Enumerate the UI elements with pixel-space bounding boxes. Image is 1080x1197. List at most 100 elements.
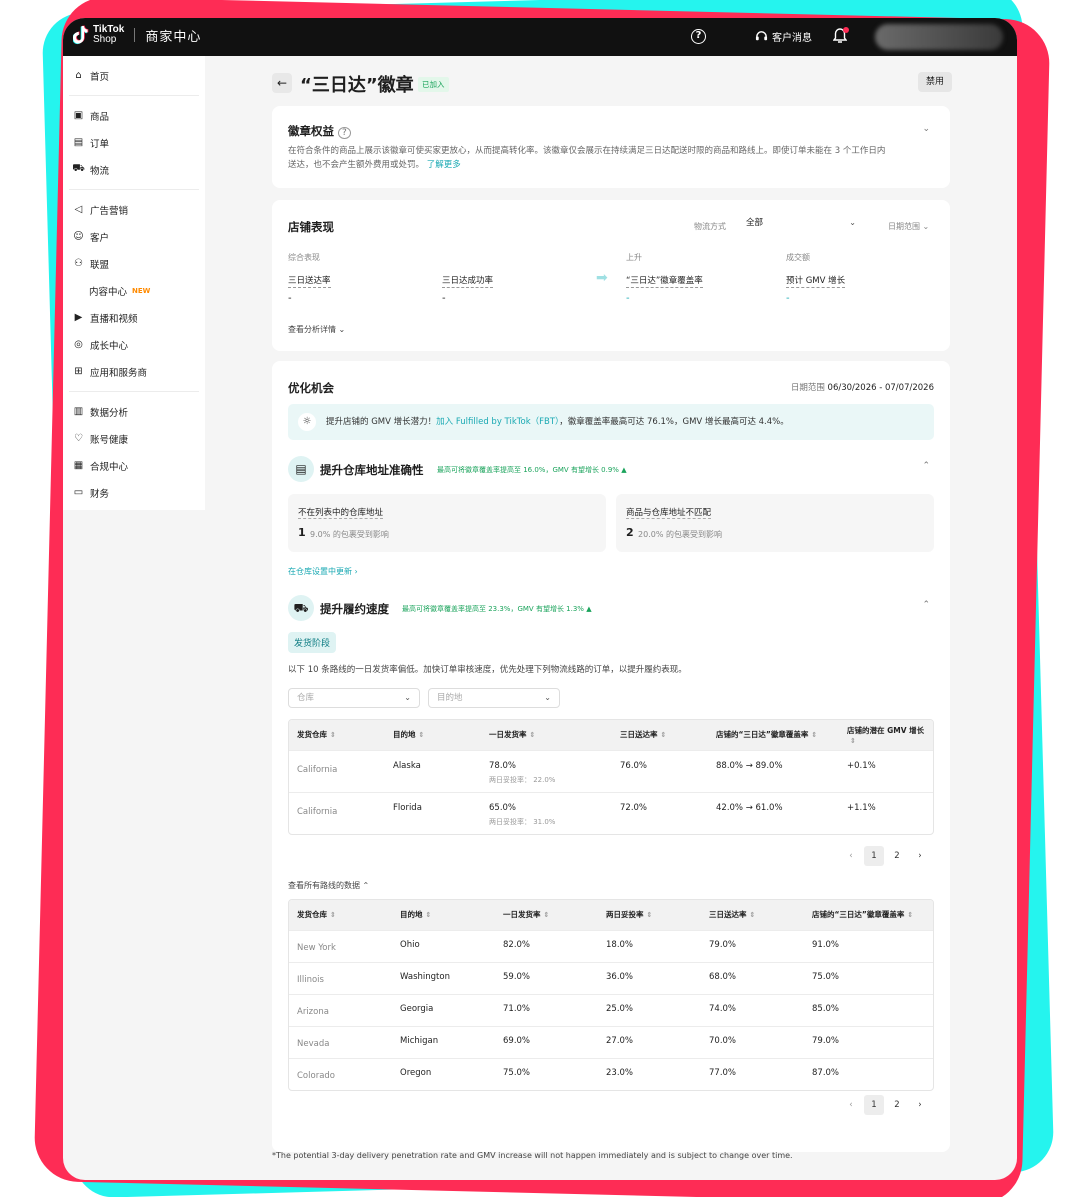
shipping-method-select[interactable]: 全部 ⌄ [738,214,864,234]
warehouse-accuracy-note-text: 最高可将徽章覆盖率提高至 16.0%，GMV 有望增长 0.9% [437,466,619,474]
column-header[interactable]: 发货仓库 ⇕ [289,900,392,930]
tiktok-shop-logo[interactable]: TikTok Shop 商家中心 [72,25,201,45]
column-header[interactable]: 店铺的“三日达”徽章覆盖率 ⇕ [708,720,839,750]
notification-bell-icon[interactable] [832,27,849,48]
sidebar-item-growth-center[interactable]: ◎ 成长中心 [69,331,199,358]
shipping-method-label: 物流方式 [694,222,726,231]
update-warehouse-settings-link[interactable]: 在仓库设置中更新 › [288,566,358,577]
table-row: Nevada Michigan 69.0% 27.0% 70.0% 79.0% [289,1025,933,1058]
sort-icon: ⇕ [749,911,756,920]
sidebar-item-customers[interactable]: ☺ 客户 [69,223,199,250]
warehouse-icon: ▤ [288,456,314,482]
disable-button[interactable]: 禁用 [918,72,952,92]
column-header-label: 一日发货率 [489,730,527,740]
view-analysis-details-link[interactable]: 查看分析详情 ⌄ [288,324,345,335]
column-header[interactable]: 一日发货率 ⇕ [481,720,612,750]
sidebar-item-compliance[interactable]: ▦ 合规中心 [69,452,199,479]
sort-icon: ⇕ [646,911,653,920]
column-header[interactable]: 两日妥投率 ⇕ [598,900,701,930]
destination-filter-select[interactable]: 目的地 ⌄ [428,688,560,708]
badge-rights-card: 徽章权益 ? ⌄ 在符合条件的商品上展示该徽章可使买家更放心，从而提高转化率。该… [272,106,950,188]
cell-badge-coverage: 75.0% [804,961,933,994]
optimization-title: 优化机会 [288,381,334,395]
metric-3day-delivery-rate-value: - [288,293,292,304]
chevron-up-icon[interactable]: ⌃ [922,461,930,471]
sidebar-item-affiliate[interactable]: ⚇ 联盟 [69,250,199,277]
warehouse-not-listed-title: 不在列表中的仓库地址 [298,508,384,519]
sidebar-item-logistics[interactable]: ⛟ 物流 [69,156,199,183]
chevron-down-icon[interactable]: ⌄ [922,124,930,134]
column-header[interactable]: 目的地 ⇕ [392,900,495,930]
cell-gmv-growth: +0.1% [839,749,933,792]
top-bar: TikTok Shop 商家中心 ? 客户消息 [63,18,1017,56]
sidebar-item-home[interactable]: ⌂ 首页 [69,62,199,89]
sidebar-item-label: 物流 [90,165,110,177]
date-range-select[interactable]: 日期范围 ⌄ [888,221,929,232]
logo-divider [134,28,136,42]
table-header-row: 发货仓库 ⇕ 目的地 ⇕ 一日发货率 ⇕ 三日送达率 ⇕ 店铺的“三日达”徽章覆盖率 ⇕ … [289,720,933,750]
sidebar-item-apps[interactable]: ⊞ 应用和服务商 [69,358,199,385]
column-header[interactable]: 一日发货率 ⇕ [495,900,598,930]
sidebar-item-label: 直播和视频 [90,313,138,325]
info-icon[interactable]: ? [338,127,351,139]
arrow-up-icon: ▲ [586,605,592,613]
metric-badge-coverage-value: - [626,293,630,304]
sidebar-item-content-center[interactable]: 内容中心 NEW [69,277,199,304]
help-icon[interactable]: ? [691,29,706,44]
sort-icon: ⇕ [330,731,336,740]
page-2-button[interactable]: 2 [887,846,907,866]
prev-page-button[interactable]: ‹ [841,846,861,866]
cell-warehouse: Arizona [289,993,392,1026]
sidebar-group-growth: ◁ 广告营销 ☺ 客户 ⚇ 联盟 内容中心 NEW ▶ 直播和视频 ◎ 成长中心 ⊞ 应用和服… [69,190,199,392]
next-page-button[interactable]: › [910,1095,930,1115]
sidebar-item-products[interactable]: ▣ 商品 [69,102,199,129]
column-header[interactable]: 目的地 ⇕ [385,720,481,750]
next-page-button[interactable]: › [910,846,930,866]
warehouse-not-listed-card[interactable]: 不在列表中的仓库地址 1 9.0% 的包裹受到影响 [288,494,606,552]
column-header[interactable]: 三日送达率 ⇕ [701,900,804,930]
customer-messages-button[interactable]: 客户消息 [755,29,812,44]
fulfillment-speed-note-text: 最高可将徽章覆盖率提高至 23.3%，GMV 有望增长 1.3% [402,605,584,613]
page-1-button[interactable]: 1 [864,1095,884,1115]
column-header[interactable]: 店铺的“三日达”徽章覆盖率 ⇕ [804,900,933,930]
warehouse-filter-select[interactable]: 仓库 ⌄ [288,688,420,708]
sidebar-item-label: 客户 [90,232,110,244]
warehouse-mismatch-card[interactable]: 商品与仓库地址不匹配 2 20.0% 的包裹受到影响 [616,494,934,552]
sidebar-item-orders[interactable]: ▤ 订单 [69,129,199,156]
cell-badge-coverage: 87.0% [804,1057,933,1090]
view-all-routes-toggle[interactable]: 查看所有路线的数据 ⌃ [288,880,369,891]
column-header[interactable]: 发货仓库 ⇕ [289,720,385,750]
cell-three-day-rate: 70.0% [701,1025,804,1058]
cell-one-day-rate: 65.0% 两日妥投率： 31.0% [481,791,612,834]
metric-badge-coverage: “三日达”徽章覆盖率 [626,276,703,288]
badge-rights-description: 在符合条件的商品上展示该徽章可使买家更放心，从而提高转化率。该徽章仅会展示在持续… [288,144,888,172]
cell-badge-coverage: 85.0% [804,993,933,1026]
sidebar-item-finance[interactable]: ▭ 财务 [69,479,199,506]
chevron-up-icon[interactable]: ⌃ [922,600,930,610]
shipping-stage-tab[interactable]: 发货阶段 [288,632,337,653]
learn-more-link[interactable]: 了解更多 [427,160,461,170]
cell-destination: Ohio [392,929,495,962]
chevron-down-icon: ⌄ [404,693,411,702]
sidebar-item-ads[interactable]: ◁ 广告营销 [69,196,199,223]
column-header[interactable]: 店铺的潜在 GMV 增长⇕ [839,720,933,750]
back-arrow-icon[interactable]: ← [272,73,292,93]
sidebar-item-account-health[interactable]: ♡ 账号健康 [69,425,199,452]
column-header-label: 两日妥投率 [606,910,644,920]
page-1-button[interactable]: 1 [864,846,884,866]
column-header[interactable]: 三日送达率 ⇕ [612,720,708,750]
cell-two-day-rate: 23.0% [598,1057,701,1090]
sidebar-item-analytics[interactable]: ▥ 数据分析 [69,398,199,425]
sidebar-item-live-video[interactable]: ▶ 直播和视频 [69,304,199,331]
column-header-label: 目的地 [400,910,423,920]
prev-page-button[interactable]: ‹ [841,1095,861,1115]
page-2-button[interactable]: 2 [887,1095,907,1115]
cell-badge-coverage: 79.0% [804,1025,933,1058]
user-account-menu[interactable] [875,24,1003,50]
sort-icon: ⇕ [543,911,550,920]
join-fbt-link[interactable]: 加入 Fulfilled by TikTok（FBT） [436,417,559,427]
overall-performance-label: 综合表现 [288,253,320,262]
cell-destination: Washington [392,961,495,994]
cell-one-day-rate: 59.0% [495,961,598,994]
sidebar-item-label: 账号健康 [90,434,129,446]
